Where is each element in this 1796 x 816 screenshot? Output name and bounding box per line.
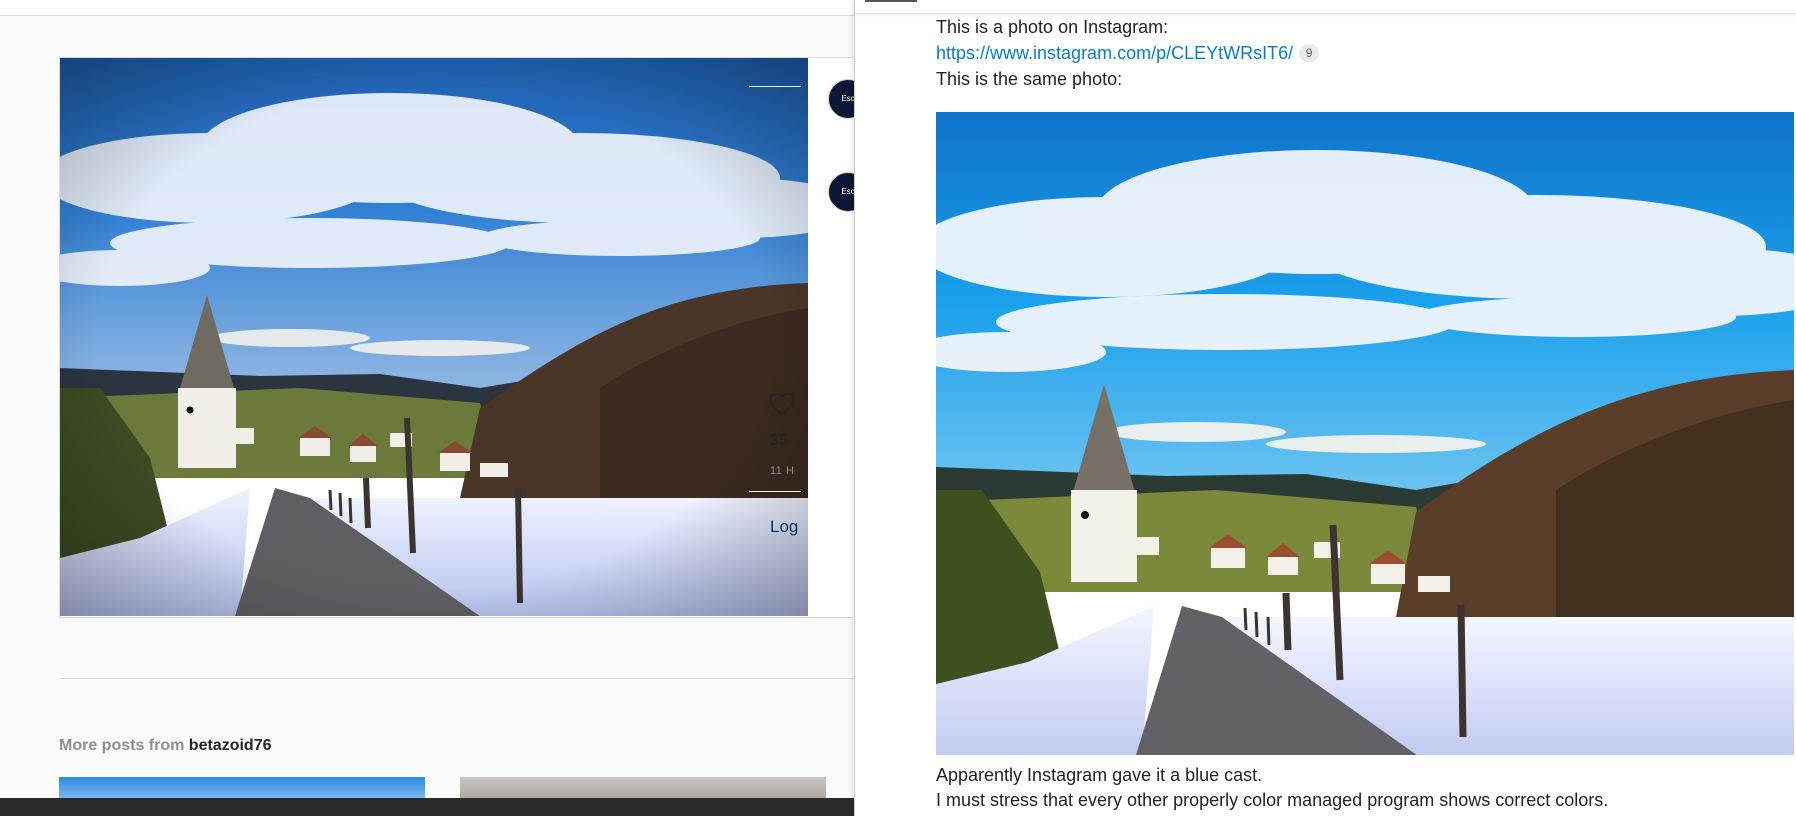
heart-icon[interactable]	[768, 390, 796, 418]
divider	[749, 86, 801, 87]
instagram-link[interactable]: https://www.instagram.com/p/CLEYtWRsIT6/…	[936, 43, 1320, 64]
divider	[749, 491, 801, 492]
comment-avatar-text: Esc	[841, 187, 855, 196]
post-text-line: I must stress that every other properly …	[936, 790, 1609, 810]
post-text-line: Apparently Instagram gave it a blue cast…	[936, 765, 1263, 785]
like-count[interactable]: 35	[770, 432, 788, 450]
more-posts-label: More posts from	[59, 737, 185, 754]
original-photo[interactable]	[936, 112, 1794, 755]
bottom-bar	[0, 798, 860, 816]
login-link[interactable]: Log	[770, 517, 798, 537]
more-posts-heading: More posts from betazoid76	[59, 737, 271, 755]
forum-post-panel: This is a photo on Instagram: https://ww…	[854, 0, 1796, 816]
instagram-post	[59, 57, 860, 618]
instagram-top-bar	[0, 0, 860, 16]
panel-top-bar	[855, 0, 1796, 14]
avatar-text: Esc	[841, 94, 855, 103]
post-text-line: This is the same photo:	[936, 69, 1123, 89]
more-posts-username[interactable]: betazoid76	[189, 737, 272, 754]
link-click-count-badge: 9	[1299, 44, 1320, 62]
panel-tab[interactable]	[865, 0, 917, 2]
post-time: 11 H	[770, 465, 795, 477]
section-divider	[59, 678, 859, 679]
instagram-photo[interactable]	[60, 58, 808, 616]
link-text[interactable]: https://www.instagram.com/p/CLEYtWRsIT6/	[936, 43, 1293, 63]
instagram-page: Esc Esc 35 11 H Log More posts from beta…	[0, 0, 868, 816]
post-text-line: This is a photo on Instagram:	[936, 17, 1169, 37]
